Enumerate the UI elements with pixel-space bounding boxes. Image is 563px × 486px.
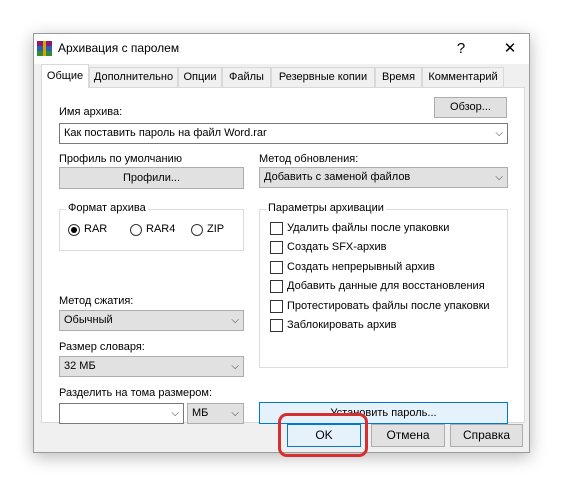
checkbox-test-files[interactable] xyxy=(270,300,283,313)
chevron-down-icon: ⌵ xyxy=(231,315,239,326)
update-method-value: Добавить с заменой файлов xyxy=(264,171,411,183)
dictionary-size-value: 32 МБ xyxy=(64,360,96,372)
checkbox-solid-archive-label: Создать непрерывный архив xyxy=(287,261,435,273)
checkbox-recovery-record-label: Добавить данные для восстановления xyxy=(287,280,485,292)
radio-rar4[interactable] xyxy=(130,224,142,236)
profiles-button[interactable]: Профили... xyxy=(59,167,244,189)
split-unit-select[interactable]: МБ ⌵ xyxy=(187,403,244,424)
winrar-app-icon xyxy=(37,41,52,56)
checkbox-delete-after[interactable] xyxy=(270,222,283,235)
ok-button-highlight xyxy=(278,413,368,457)
radio-rar4-label: RAR4 xyxy=(146,223,176,235)
radio-rar-label: RAR xyxy=(84,223,108,235)
default-profile-label: Профиль по умолчанию xyxy=(59,153,182,165)
help-title-button[interactable]: ? xyxy=(450,38,472,60)
close-icon[interactable]: ✕ xyxy=(499,38,521,60)
compression-method-select[interactable]: Обычный ⌵ xyxy=(59,310,244,331)
chevron-down-icon: ⌵ xyxy=(231,361,239,372)
checkbox-lock-archive[interactable] xyxy=(270,319,283,332)
chevron-down-icon: ⌵ xyxy=(171,408,179,419)
radio-zip-label: ZIP xyxy=(207,223,225,235)
dictionary-size-select[interactable]: 32 МБ ⌵ xyxy=(59,356,244,377)
chevron-down-icon: ⌵ xyxy=(495,172,503,183)
checkbox-test-files-label: Протестировать файлы после упаковки xyxy=(287,300,490,312)
update-method-select[interactable]: Добавить с заменой файлов ⌵ xyxy=(259,167,508,188)
tab-advanced[interactable]: Дополнительно xyxy=(89,67,178,87)
tab-files[interactable]: Файлы xyxy=(222,67,271,87)
general-panel: Имя архива: Обзор... Как поставить парол… xyxy=(41,87,525,424)
archive-dialog: Архивация с паролем ? ✕ Общие Дополнител… xyxy=(33,33,530,453)
archive-name-combobox[interactable]: Как поставить пароль на файл Word.rar ⌵ xyxy=(59,123,508,144)
chevron-down-icon: ⌵ xyxy=(231,408,239,419)
checkbox-delete-after-label: Удалить файлы после упаковки xyxy=(287,222,450,234)
tab-comment[interactable]: Комментарий xyxy=(422,67,504,87)
split-unit-value: МБ xyxy=(192,407,209,419)
archive-name-label: Имя архива: xyxy=(59,106,123,118)
checkbox-create-sfx[interactable] xyxy=(270,241,283,254)
tab-general[interactable]: Общие xyxy=(41,64,89,88)
checkbox-create-sfx-label: Создать SFX-архив xyxy=(287,241,387,253)
split-size-input[interactable]: ⌵ xyxy=(59,403,184,424)
compression-method-value: Обычный xyxy=(64,314,113,326)
checkbox-lock-archive-label: Заблокировать архив xyxy=(287,319,397,331)
browse-button[interactable]: Обзор... xyxy=(434,97,507,118)
help-button[interactable]: Справка xyxy=(450,424,523,447)
radio-zip[interactable] xyxy=(191,224,203,236)
tab-time[interactable]: Время xyxy=(375,67,422,87)
archive-options-label: Параметры архивации xyxy=(266,202,386,214)
radio-selected-dot xyxy=(71,227,77,233)
compression-method-label: Метод сжатия: xyxy=(59,295,134,307)
archive-format-label: Формат архива xyxy=(66,202,148,214)
chevron-down-icon: ⌵ xyxy=(495,128,503,139)
checkbox-solid-archive[interactable] xyxy=(270,261,283,274)
window-title: Архивация с паролем xyxy=(58,41,180,55)
checkbox-recovery-record[interactable] xyxy=(270,280,283,293)
tab-backup[interactable]: Резервные копии xyxy=(271,67,375,87)
split-volumes-label: Разделить на тома размером: xyxy=(59,387,213,399)
title-bar: Архивация с паролем ? ✕ xyxy=(34,34,529,64)
archive-name-value: Как поставить пароль на файл Word.rar xyxy=(64,127,267,139)
radio-rar[interactable] xyxy=(68,224,80,236)
cancel-button[interactable]: Отмена xyxy=(371,424,445,447)
update-method-label: Метод обновления: xyxy=(259,153,359,165)
tab-options[interactable]: Опции xyxy=(178,67,222,87)
dictionary-size-label: Размер словаря: xyxy=(59,341,145,353)
